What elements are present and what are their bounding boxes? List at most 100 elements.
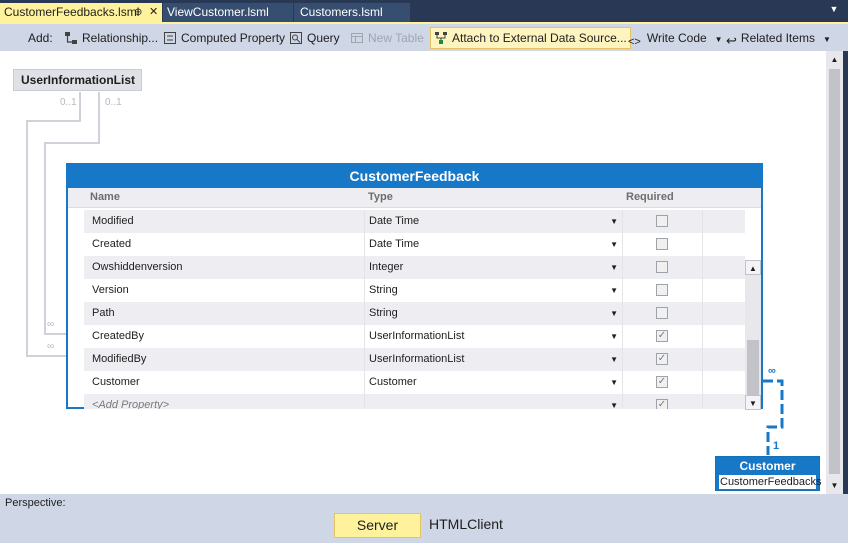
property-row[interactable]: Created Date Time ▼ (84, 233, 745, 256)
cardinality-label: 0..1 (105, 97, 122, 108)
add-query-button[interactable]: Query (289, 28, 340, 48)
perspective-htmlclient-button[interactable]: HTMLClient (429, 513, 503, 538)
property-row[interactable]: Version String ▼ (84, 279, 745, 302)
document-tab-bar: CustomerFeedbacks.lsml ⊕ ✕ ViewCustomer.… (0, 0, 848, 22)
scroll-up-arrow-icon[interactable]: ▲ (826, 51, 843, 68)
chevron-down-icon[interactable]: ▼ (610, 371, 618, 394)
cardinality-label: ∞ (47, 341, 55, 352)
customer-entity-node[interactable]: Customer CustomerFeedbacks (715, 456, 822, 491)
tab-customerfeedbacks-lsml[interactable]: CustomerFeedbacks.lsml ⊕ ✕ (0, 3, 162, 22)
property-row[interactable]: Modified Date Time ▼ (84, 210, 745, 233)
scroll-thumb[interactable] (829, 69, 840, 474)
tab-label: ViewCustomer.lsml (167, 5, 269, 19)
required-cell (622, 302, 702, 325)
property-type-select[interactable]: UserInformationList ▼ (364, 348, 622, 371)
scroll-down-arrow-icon[interactable]: ▼ (745, 395, 761, 410)
extra-cell (702, 233, 745, 256)
chevron-down-icon[interactable]: ▼ (610, 233, 618, 256)
extra-cell (702, 371, 745, 394)
chevron-down-icon[interactable]: ▼ (610, 325, 618, 348)
chevron-down-icon[interactable]: ▼ (610, 348, 618, 371)
add-relationship-button[interactable]: Relationship... (64, 28, 158, 48)
write-code-label: Write Code (646, 31, 707, 45)
related-items-dropdown[interactable]: ↩ Related Items ▼ (726, 28, 831, 48)
relationship-many-label: ∞ (768, 365, 776, 377)
extra-cell (702, 256, 745, 279)
property-type-select[interactable]: ▼ (364, 394, 622, 409)
property-name[interactable]: Owshiddenversion (92, 256, 183, 279)
property-type-select[interactable]: String ▼ (364, 279, 622, 302)
perspective-label: Perspective: (5, 497, 66, 509)
pin-icon[interactable]: ⊕ (134, 3, 142, 22)
chevron-down-icon[interactable]: ▼ (610, 302, 618, 325)
required-checkbox[interactable]: ✓ (656, 376, 668, 388)
scroll-up-arrow-icon[interactable]: ▲ (745, 260, 761, 275)
scroll-thumb[interactable] (747, 340, 759, 395)
property-type-value: String (369, 284, 398, 296)
property-name[interactable]: <Add Property> (92, 394, 169, 409)
entity-scrollbar[interactable]: ▲ ▼ (745, 260, 761, 410)
close-icon[interactable]: ✕ (149, 3, 158, 22)
required-checkbox[interactable] (656, 238, 668, 250)
extra-cell (702, 279, 745, 302)
add-property-row[interactable]: <Add Property> ▼ ✓ (84, 394, 745, 409)
property-type-select[interactable]: Date Time ▼ (364, 233, 622, 256)
designer-canvas[interactable]: UserInformationList 0..1 0..1 ∞ ∞ Custom… (0, 51, 826, 494)
customer-feedback-entity[interactable]: CustomerFeedback Name Type Required Modi… (66, 163, 763, 410)
property-row[interactable]: Owshiddenversion Integer ▼ (84, 256, 745, 279)
add-new-table-button[interactable]: New Table (350, 28, 424, 48)
chevron-down-icon[interactable]: ▼ (610, 210, 618, 233)
property-name[interactable]: CreatedBy (92, 325, 144, 348)
property-row[interactable]: Path String ▼ (84, 302, 745, 325)
property-row[interactable]: CreatedBy UserInformationList ▼ ✓ (84, 325, 745, 348)
required-checkbox[interactable]: ✓ (656, 353, 668, 365)
required-cell (622, 279, 702, 302)
property-row[interactable]: Customer Customer ▼ ✓ (84, 371, 745, 394)
tab-overflow-dropdown-icon[interactable]: ▼ (826, 4, 842, 18)
query-label: Query (307, 31, 340, 45)
required-checkbox[interactable]: ✓ (656, 399, 668, 409)
tab-viewcustomer-lsml[interactable]: ViewCustomer.lsml (163, 3, 293, 22)
query-icon (290, 32, 302, 44)
chevron-down-icon[interactable]: ▼ (610, 279, 618, 302)
connector-line (44, 142, 46, 335)
required-checkbox[interactable] (656, 284, 668, 296)
required-checkbox[interactable]: ✓ (656, 330, 668, 342)
property-name[interactable]: ModifiedBy (92, 348, 146, 371)
required-cell: ✓ (622, 348, 702, 371)
code-brackets-icon: <> (628, 36, 641, 48)
property-type-select[interactable]: Integer ▼ (364, 256, 622, 279)
add-label: Add: (28, 31, 53, 45)
required-checkbox[interactable] (656, 307, 668, 319)
property-row[interactable]: ModifiedBy UserInformationList ▼ ✓ (84, 348, 745, 371)
canvas-vertical-scrollbar[interactable]: ▲ ▼ (826, 51, 843, 494)
scroll-down-arrow-icon[interactable]: ▼ (826, 477, 843, 494)
property-name[interactable]: Customer (92, 371, 140, 394)
attach-external-data-source-button[interactable]: Attach to External Data Source... (430, 27, 631, 49)
property-name[interactable]: Path (92, 302, 115, 325)
required-checkbox[interactable] (656, 261, 668, 273)
chevron-down-icon[interactable]: ▼ (610, 394, 618, 409)
tab-customers-lsml[interactable]: Customers.lsml (294, 3, 410, 22)
relationship-one-label: 1 (773, 440, 780, 452)
perspective-server-button[interactable]: Server (334, 513, 421, 538)
property-type-value: Date Time (369, 238, 420, 250)
add-computed-property-button[interactable]: Computed Property (163, 28, 285, 48)
property-name[interactable]: Version (92, 279, 129, 302)
related-arrow-icon: ↩ (726, 33, 737, 48)
property-name[interactable]: Modified (92, 210, 134, 233)
user-information-list-node[interactable]: UserInformationList (13, 69, 142, 91)
property-type-select[interactable]: UserInformationList ▼ (364, 325, 622, 348)
chevron-down-icon[interactable]: ▼ (610, 256, 618, 279)
property-type-select[interactable]: Customer ▼ (364, 371, 622, 394)
write-code-dropdown[interactable]: <> Write Code ▼ (628, 28, 723, 48)
required-cell: ✓ (622, 325, 702, 348)
property-type-select[interactable]: String ▼ (364, 302, 622, 325)
required-checkbox[interactable] (656, 215, 668, 227)
column-header-required: Required (626, 191, 674, 203)
property-name[interactable]: Created (92, 233, 131, 256)
connector-line (46, 333, 68, 335)
property-type-value: String (369, 307, 398, 319)
customer-node-navigation-property[interactable]: CustomerFeedbacks (719, 475, 822, 489)
property-type-select[interactable]: Date Time ▼ (364, 210, 622, 233)
